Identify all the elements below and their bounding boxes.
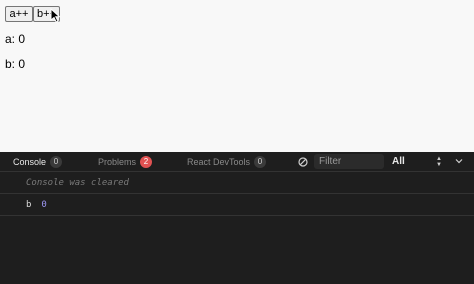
tab-problems-label: Problems [98, 157, 137, 167]
state-a-text: a: 0 [5, 32, 26, 46]
tab-react-devtools-count: 0 [254, 156, 267, 168]
tab-problems[interactable]: Problems 2 [98, 155, 153, 169]
state-b-text: b: 0 [5, 57, 26, 71]
log-level-select[interactable]: All ▲ ▼ [392, 155, 442, 169]
tab-console-label: Console [13, 157, 47, 167]
log-label: b [26, 200, 32, 210]
app-preview: a++ b++ a: 0 b: 0 [0, 0, 474, 152]
tab-console-count: 0 [50, 156, 63, 168]
clear-console-icon[interactable] [298, 157, 308, 167]
log-value: 0 [41, 200, 47, 210]
log-level-value: All [392, 156, 405, 167]
tab-problems-count: 2 [140, 156, 153, 168]
tab-react-devtools[interactable]: React DevTools 0 [187, 155, 267, 169]
console-log-entry: b0 [0, 194, 474, 216]
select-arrows-icon: ▲ ▼ [436, 156, 442, 168]
chevron-down-icon[interactable] [455, 157, 463, 165]
filter-input[interactable] [314, 154, 384, 169]
mouse-cursor-icon [50, 8, 61, 23]
console-cleared-message: Console was cleared [0, 172, 474, 194]
devtools-tabbar: Console 0 Problems 2 React DevTools 0 Al… [0, 152, 474, 172]
tab-react-devtools-label: React DevTools [187, 157, 251, 167]
tab-console[interactable]: Console 0 [13, 155, 63, 169]
devtools-panel: Console 0 Problems 2 React DevTools 0 Al… [0, 152, 474, 284]
increment-a-button[interactable]: a++ [5, 6, 33, 22]
